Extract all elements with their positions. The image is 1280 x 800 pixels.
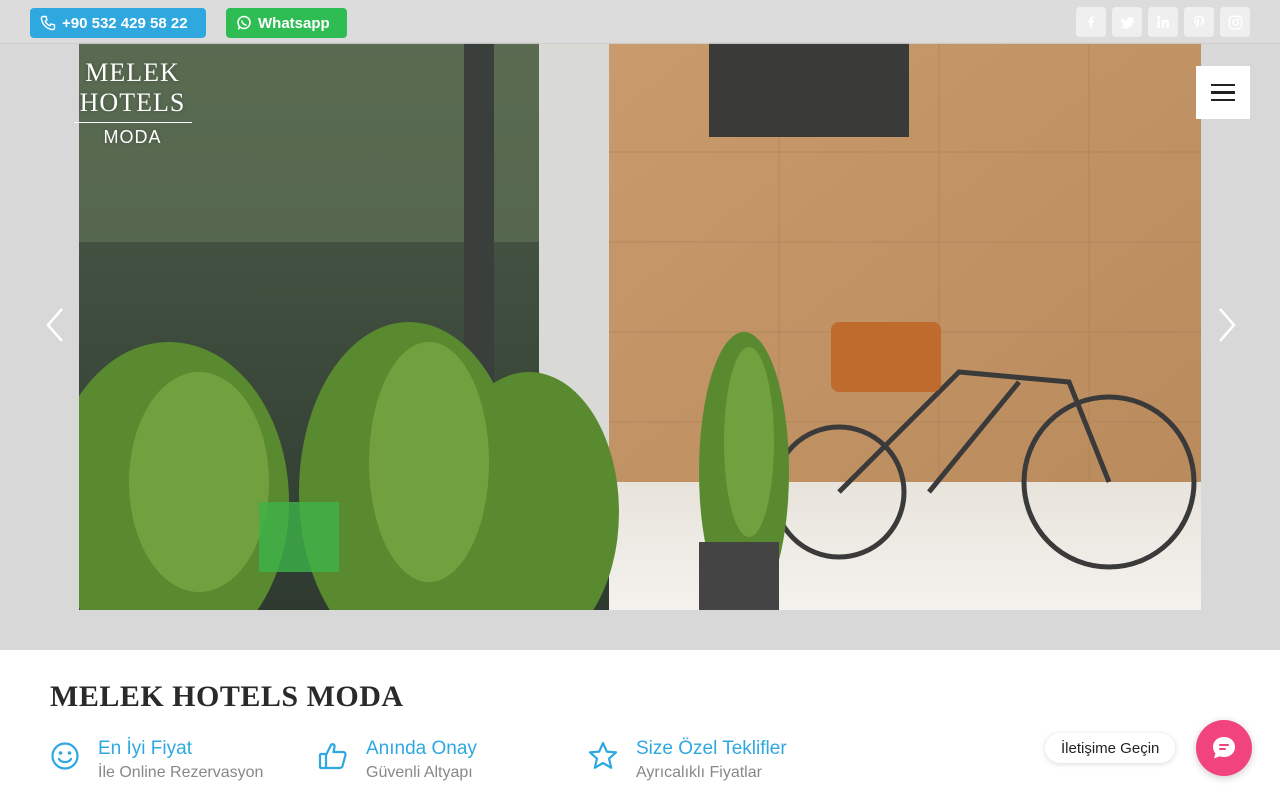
phone-label: +90 532 429 58 22 — [62, 14, 188, 32]
facebook-icon[interactable] — [1076, 7, 1106, 37]
feature-title: Anında Onay — [366, 738, 477, 759]
linkedin-icon[interactable] — [1148, 7, 1178, 37]
site-logo[interactable]: MELEK HOTELS MODA — [30, 58, 235, 148]
feature-subtitle: Ayrıcalıklı Fiyatlar — [636, 764, 762, 781]
hamburger-icon — [1211, 83, 1235, 87]
pinterest-icon[interactable] — [1184, 7, 1214, 37]
whatsapp-label: Whatsapp — [258, 14, 330, 32]
instagram-icon[interactable] — [1220, 7, 1250, 37]
chevron-right-icon — [1219, 308, 1236, 342]
feature-subtitle: Güvenli Altyapı — [366, 764, 473, 781]
feature-title: En İyi Fiyat — [98, 738, 192, 759]
chevron-left-icon — [46, 308, 63, 342]
star-icon — [588, 741, 618, 769]
whatsapp-button[interactable]: Whatsapp — [226, 8, 347, 38]
feature-title: Size Özel Teklifler — [636, 738, 787, 759]
social-links — [1076, 7, 1250, 37]
top-bar: +90 532 429 58 22 Whatsapp — [0, 0, 1280, 44]
slider-prev-button[interactable] — [42, 305, 72, 345]
logo-divider — [73, 122, 192, 123]
hamburger-menu-button[interactable] — [1196, 66, 1250, 119]
chat-icon — [1213, 737, 1235, 759]
whatsapp-icon — [236, 15, 252, 31]
logo-subtitle: MODA — [103, 127, 162, 147]
hamburger-icon-bar — [1211, 98, 1235, 102]
twitter-icon[interactable] — [1112, 7, 1142, 37]
contact-label[interactable]: İletişime Geçin — [1045, 733, 1176, 763]
logo-brand: MELEK HOTELS — [79, 58, 186, 117]
main-content: MELEK HOTELS MODA En İyi Fiyat İle Onlin… — [0, 650, 1280, 800]
phone-button[interactable]: +90 532 429 58 22 — [30, 8, 206, 38]
feature-subtitle: İle Online Rezervasyon — [98, 764, 264, 781]
feature-best-price: En İyi Fiyat İle Online Rezervasyon — [50, 738, 263, 786]
page: +90 532 429 58 22 Whatsapp MELEK HOTELS … — [0, 0, 1280, 800]
smiley-icon — [51, 742, 79, 770]
phone-icon — [40, 15, 56, 31]
slider-next-button[interactable] — [1210, 305, 1240, 345]
contact-chat-button[interactable] — [1196, 720, 1252, 776]
page-title: MELEK HOTELS MODA — [50, 680, 404, 713]
hamburger-icon-bar — [1211, 91, 1235, 94]
hero-image — [79, 42, 1201, 610]
feature-instant-confirmation: Anında Onay Güvenli Altyapı — [318, 738, 477, 786]
thumbs-up-icon — [318, 743, 347, 770]
feature-special-offers: Size Özel Teklifler Ayrıcalıklı Fiyatlar — [588, 738, 787, 786]
